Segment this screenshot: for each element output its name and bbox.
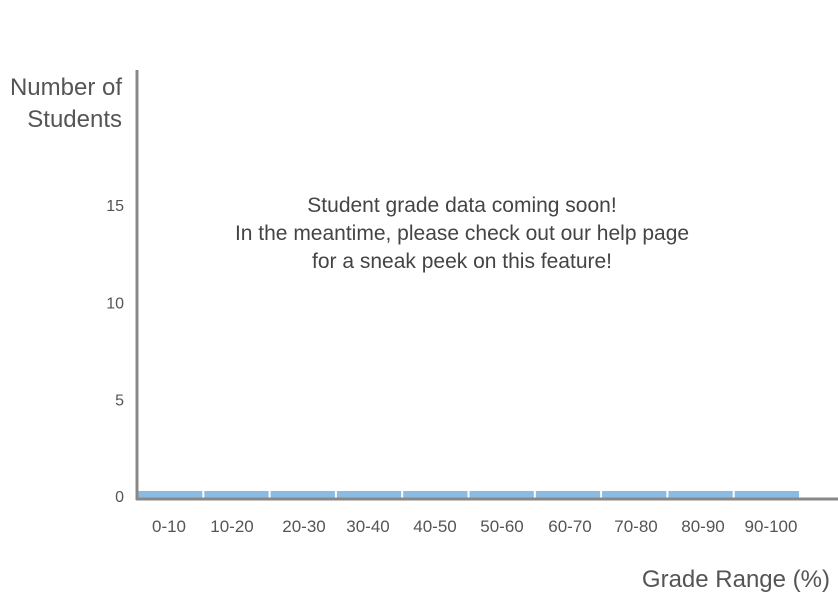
x-tick-label-70-80: 70-80: [614, 517, 657, 536]
x-axis-label: Grade Range (%): [641, 566, 830, 593]
x-tick-label-20-30: 20-30: [282, 517, 325, 536]
y-tick-label-0: 0: [115, 489, 124, 506]
x-tick-label-40-50: 40-50: [413, 517, 456, 536]
message-line-2: In the meantime, please check out our he…: [234, 222, 690, 245]
x-tick-label-50-60: 50-60: [480, 517, 523, 536]
x-tick-label-0-10: 0-10: [152, 517, 186, 536]
y-tick-label-5: 5: [115, 393, 124, 410]
x-tick-label-80-90: 80-90: [681, 517, 724, 536]
chart-plot-area: 0 5 10 15 0-10 10-20 20-30 30-40 40-50 50-60 60-7…: [106, 70, 838, 536]
message-line-3: for a sneak peek on this feature!: [311, 250, 613, 273]
x-tick-label-60-70: 60-70: [548, 517, 591, 536]
coming-soon-message: Student grade data coming soon! In the m…: [162, 192, 762, 276]
x-tick-labels: 0-10 10-20 20-30 30-40 40-50 50-60 60-70 70-80 8…: [152, 517, 797, 536]
axes-layer: [135, 70, 838, 501]
y-tick-labels: 0 5 10 15: [106, 198, 124, 506]
message-line-1: Student grade data coming soon!: [307, 194, 617, 217]
y-tick-label-15: 15: [106, 198, 124, 215]
y-tick-label-10: 10: [106, 295, 124, 312]
x-tick-label-90-100: 90-100: [745, 517, 798, 536]
x-tick-label-10-20: 10-20: [210, 517, 253, 536]
x-tick-label-30-40: 30-40: [346, 517, 389, 536]
y-axis-label-line-2: Students: [27, 106, 122, 133]
grade-distribution-chart: 0 5 10 15 0-10 10-20 20-30 30-40 40-50 50-60 60-7…: [0, 0, 838, 595]
y-axis-label: Number of Students: [10, 72, 122, 136]
y-axis-label-line-1: Number of: [9, 74, 122, 101]
